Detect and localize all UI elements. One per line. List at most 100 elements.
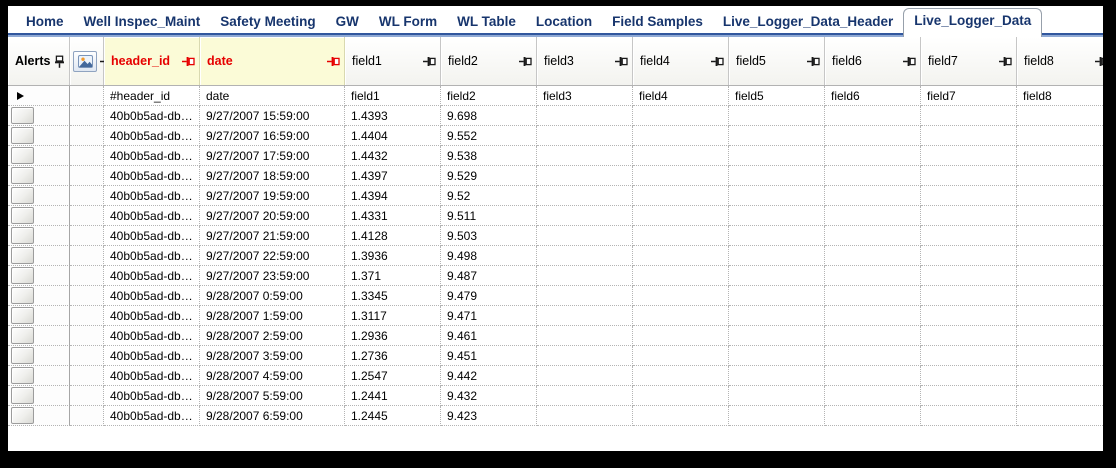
cell-header_id[interactable]: 40b0b5ad-db… [104,126,200,146]
cell-field3[interactable] [537,406,633,426]
cell-field3[interactable]: field3 [537,86,633,106]
cell-date[interactable]: 9/28/2007 1:59:00 [200,306,345,326]
cell-field5[interactable] [729,406,825,426]
cell-field3[interactable] [537,186,633,206]
cell-header_id[interactable]: 40b0b5ad-db… [104,286,200,306]
cell-field5[interactable] [729,326,825,346]
cell-field2[interactable]: 9.538 [441,146,537,166]
row-selector[interactable] [8,186,70,206]
cell-field5[interactable] [729,366,825,386]
row-selector[interactable] [8,306,70,326]
cell-field6[interactable] [825,366,921,386]
cell-field6[interactable] [825,326,921,346]
row-selector[interactable] [8,326,70,346]
row-selector[interactable] [8,346,70,366]
row-selector-button[interactable] [11,407,34,424]
row-selector-button[interactable] [11,267,34,284]
cell-field1[interactable]: 1.3936 [345,246,441,266]
cell-field7[interactable] [921,186,1017,206]
cell-field4[interactable] [633,126,729,146]
cell-field5[interactable] [729,246,825,266]
cell-field1[interactable]: 1.4394 [345,186,441,206]
column-header-field5[interactable]: field5 [729,37,825,85]
column-header-field7[interactable]: field7 [921,37,1017,85]
cell-field1[interactable]: 1.4432 [345,146,441,166]
cell-field2[interactable]: 9.442 [441,366,537,386]
cell-field8[interactable] [1017,226,1103,246]
cell-field8[interactable] [1017,306,1103,326]
cell-field4[interactable] [633,246,729,266]
cell-icon-column[interactable] [70,186,104,206]
cell-field5[interactable] [729,306,825,326]
cell-field3[interactable] [537,246,633,266]
row-selector[interactable] [8,206,70,226]
cell-field8[interactable] [1017,326,1103,346]
row-selector-button[interactable] [11,327,34,344]
cell-field8[interactable] [1017,166,1103,186]
cell-field1[interactable]: 1.3117 [345,306,441,326]
cell-field7[interactable] [921,126,1017,146]
cell-header_id[interactable]: 40b0b5ad-db… [104,106,200,126]
row-selector-button[interactable] [11,347,34,364]
cell-field8[interactable] [1017,146,1103,166]
cell-field4[interactable] [633,306,729,326]
cell-header_id[interactable]: 40b0b5ad-db… [104,406,200,426]
cell-field7[interactable] [921,306,1017,326]
column-header-field6[interactable]: field6 [825,37,921,85]
cell-field2[interactable]: 9.487 [441,266,537,286]
cell-field3[interactable] [537,346,633,366]
row-selector[interactable] [8,386,70,406]
cell-field6[interactable] [825,186,921,206]
cell-header_id[interactable]: 40b0b5ad-db… [104,386,200,406]
row-selector-button[interactable] [11,167,34,184]
cell-field5[interactable]: field5 [729,86,825,106]
alerts-panel-header[interactable]: Alerts [8,37,70,85]
cell-header_id[interactable]: #header_id [104,86,200,106]
cell-field3[interactable] [537,286,633,306]
cell-field6[interactable] [825,306,921,326]
cell-icon-column[interactable] [70,166,104,186]
cell-field5[interactable] [729,106,825,126]
image-icon-button[interactable] [73,50,97,72]
cell-field6[interactable]: field6 [825,86,921,106]
pushpin-vertical-icon[interactable] [54,55,65,68]
cell-field2[interactable]: 9.471 [441,306,537,326]
column-header-field4[interactable]: field4 [633,37,729,85]
pushpin-horizontal-icon[interactable] [903,56,916,67]
pushpin-horizontal-icon[interactable] [1095,56,1103,67]
cell-field2[interactable]: 9.529 [441,166,537,186]
cell-header_id[interactable]: 40b0b5ad-db… [104,366,200,386]
row-selector-button[interactable] [11,187,34,204]
row-selector[interactable] [8,286,70,306]
cell-icon-column[interactable] [70,246,104,266]
pushpin-horizontal-icon[interactable] [807,56,820,67]
cell-date[interactable]: date [200,86,345,106]
cell-field7[interactable] [921,166,1017,186]
cell-field3[interactable] [537,126,633,146]
cell-field2[interactable]: 9.451 [441,346,537,366]
cell-field2[interactable]: 9.479 [441,286,537,306]
cell-field7[interactable] [921,226,1017,246]
cell-field5[interactable] [729,166,825,186]
cell-field7[interactable] [921,406,1017,426]
cell-field5[interactable] [729,146,825,166]
cell-field6[interactable] [825,106,921,126]
cell-field8[interactable] [1017,346,1103,366]
row-selector-button[interactable] [11,147,34,164]
cell-field5[interactable] [729,386,825,406]
row-selector[interactable] [8,366,70,386]
cell-date[interactable]: 9/28/2007 3:59:00 [200,346,345,366]
cell-field3[interactable] [537,266,633,286]
cell-field7[interactable] [921,246,1017,266]
row-selector-button[interactable] [11,107,34,124]
cell-field8[interactable] [1017,186,1103,206]
cell-field4[interactable] [633,326,729,346]
cell-field4[interactable] [633,286,729,306]
cell-field7[interactable]: field7 [921,86,1017,106]
cell-header_id[interactable]: 40b0b5ad-db… [104,166,200,186]
cell-date[interactable]: 9/28/2007 6:59:00 [200,406,345,426]
cell-icon-column[interactable] [70,126,104,146]
cell-field8[interactable] [1017,406,1103,426]
row-selector-button[interactable] [11,307,34,324]
row-selector-button[interactable] [11,367,34,384]
